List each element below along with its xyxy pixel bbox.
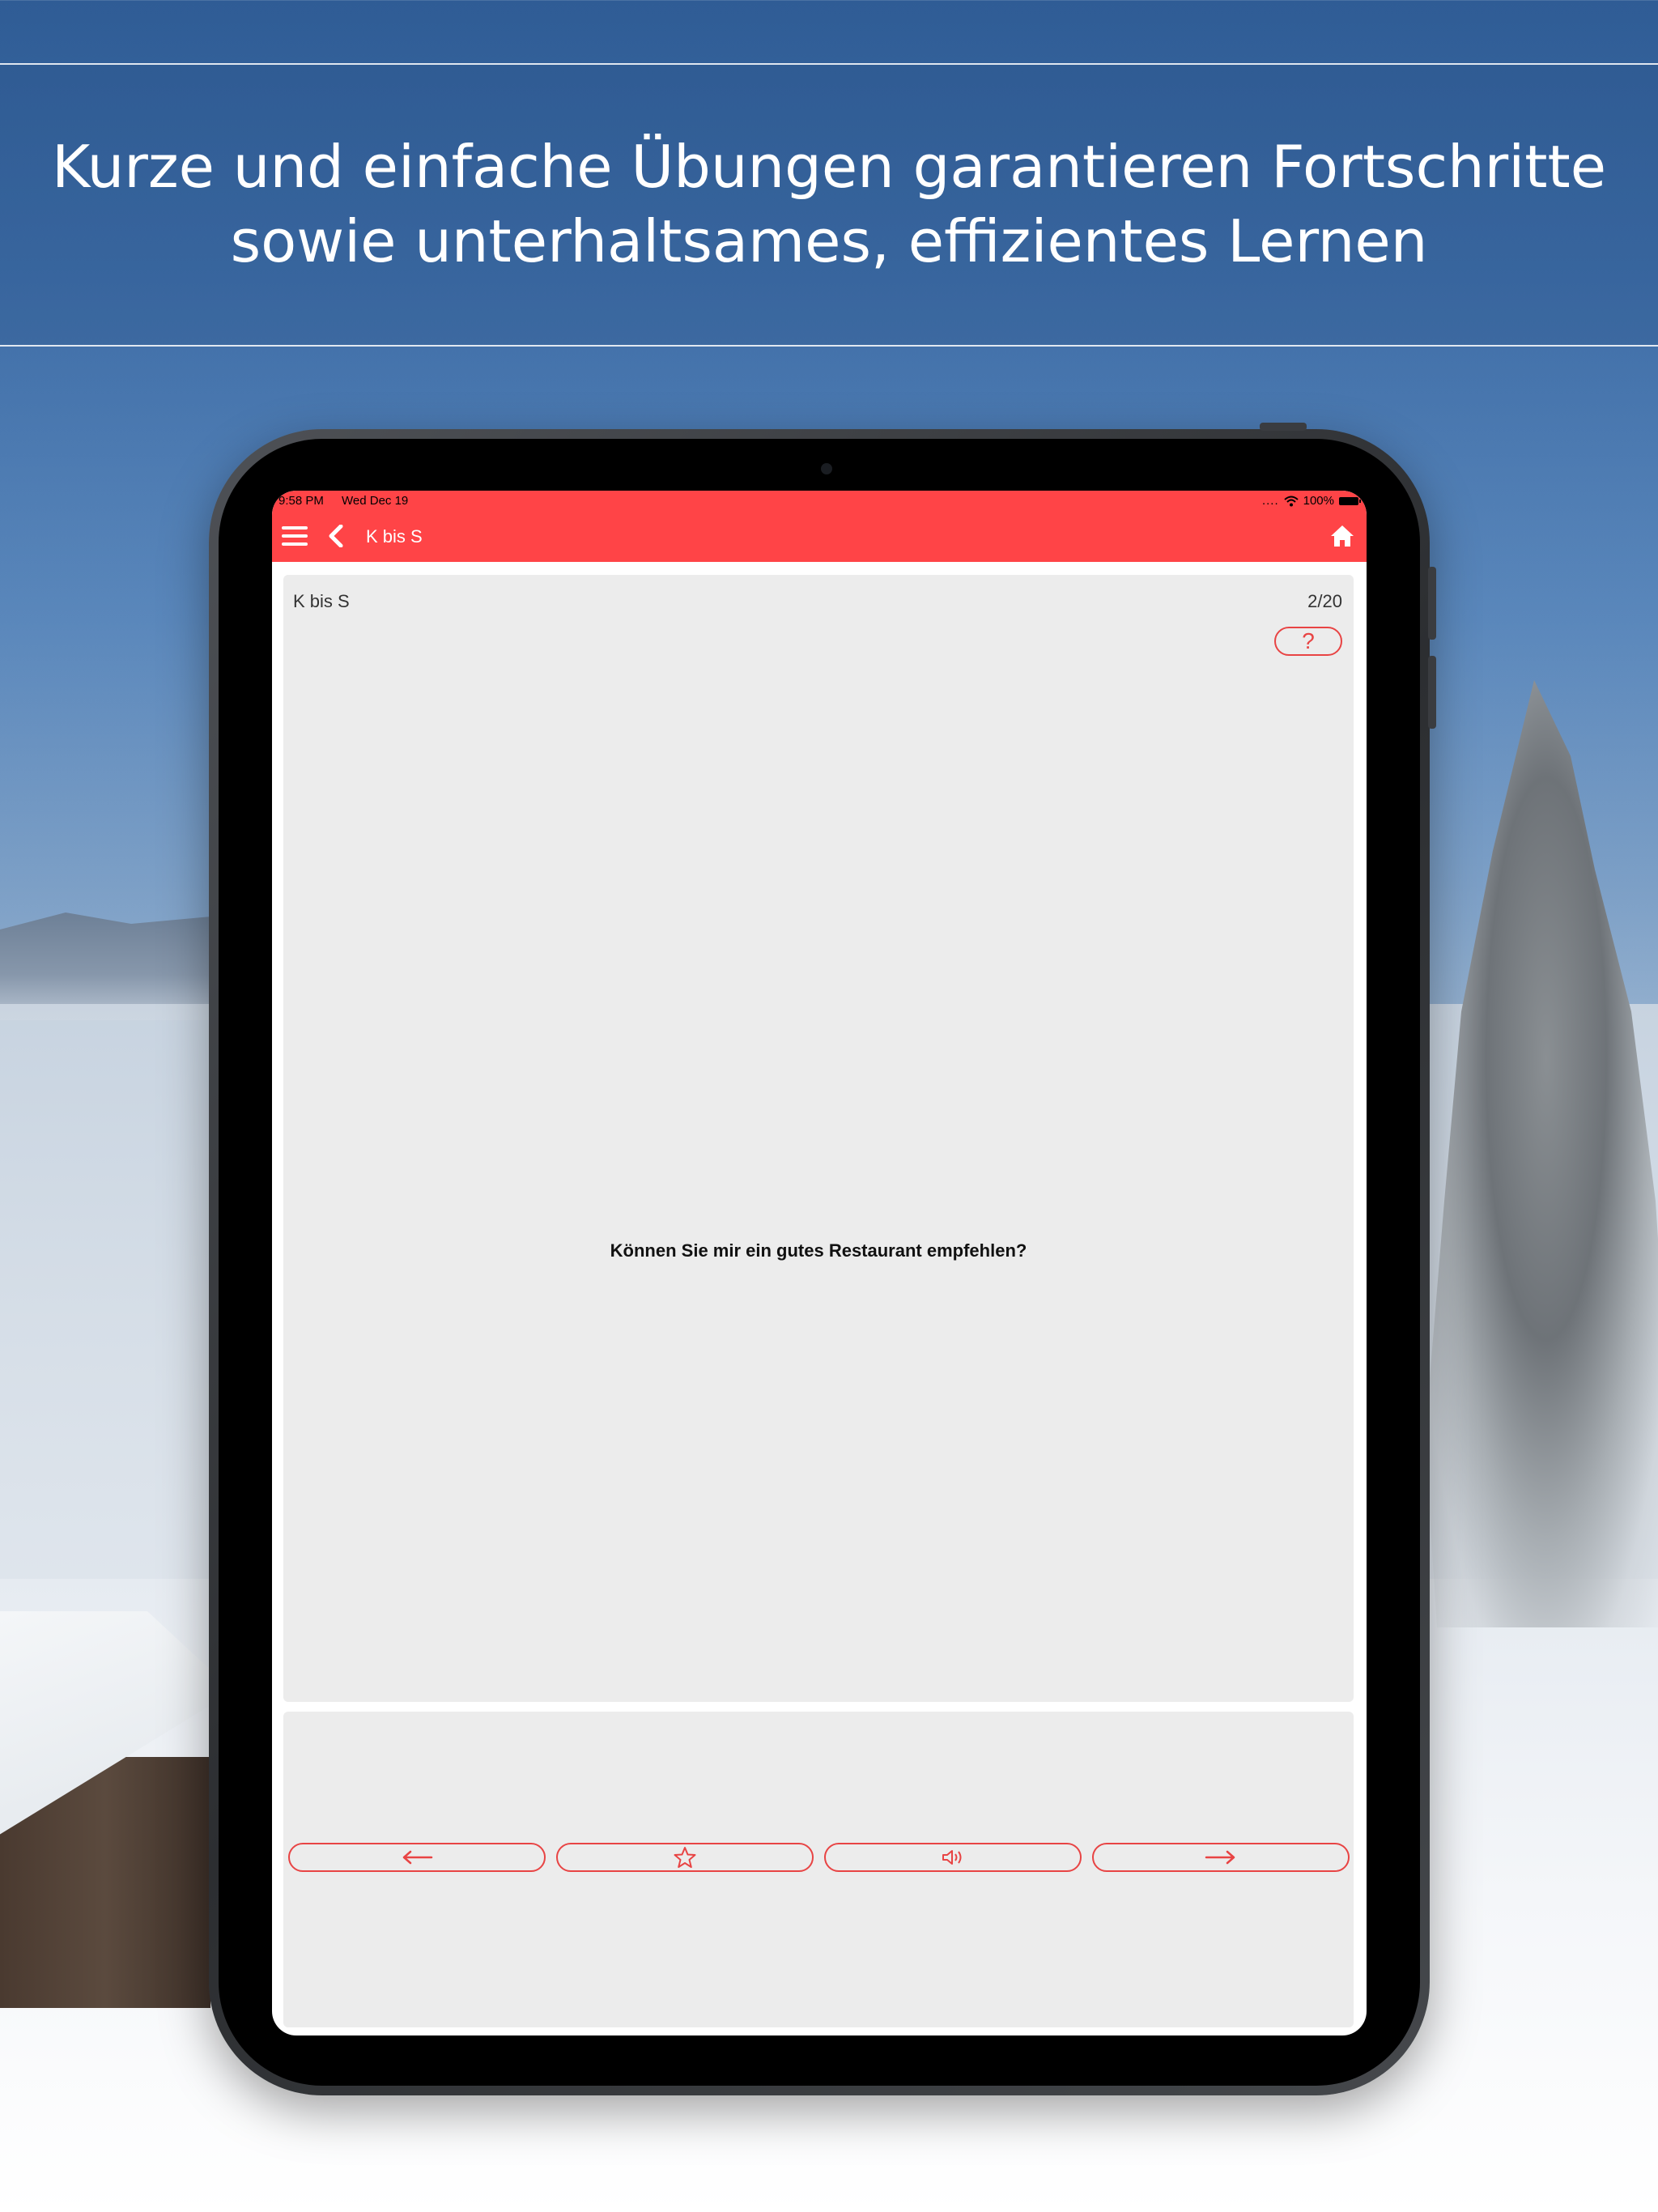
audio-button[interactable] bbox=[824, 1843, 1082, 1872]
arrow-left-icon bbox=[402, 1850, 433, 1865]
help-button[interactable]: ? bbox=[1274, 627, 1342, 656]
signal-dots-icon: .... bbox=[1261, 494, 1279, 508]
speaker-icon bbox=[942, 1850, 962, 1865]
marketing-headline: Kurze und einfache Übungen garantieren F… bbox=[0, 130, 1658, 279]
battery-icon bbox=[1339, 496, 1361, 505]
control-panel bbox=[283, 1712, 1354, 2027]
back-chevron-icon[interactable] bbox=[324, 510, 348, 562]
volume-up-button bbox=[1428, 567, 1436, 640]
background-snowy-tree bbox=[1425, 680, 1658, 1627]
battery-percent: 100% bbox=[1303, 494, 1334, 508]
next-card-button[interactable] bbox=[1092, 1843, 1350, 1872]
status-bar: 9:58 PM Wed Dec 19 .... 100% bbox=[272, 491, 1367, 510]
status-right: .... 100% bbox=[1261, 494, 1361, 508]
headline-line-2: sowie unterhaltsames, effizientes Lernen bbox=[230, 207, 1428, 275]
wifi-icon bbox=[1283, 496, 1299, 506]
app-screen: 9:58 PM Wed Dec 19 .... 100% K bis S K b… bbox=[272, 491, 1367, 2035]
menu-icon[interactable] bbox=[280, 510, 309, 562]
front-camera bbox=[821, 463, 832, 474]
card-progress: 2/20 bbox=[1307, 591, 1342, 611]
home-icon[interactable] bbox=[1328, 510, 1357, 562]
favorite-button[interactable] bbox=[556, 1843, 814, 1872]
volume-down-button bbox=[1428, 656, 1436, 729]
card-question: Können Sie mir ein gutes Restaurant empf… bbox=[610, 1240, 1027, 1261]
status-time: 9:58 PM bbox=[278, 494, 324, 508]
nav-bar: K bis S bbox=[272, 510, 1367, 562]
top-button bbox=[1260, 423, 1307, 431]
nav-title: K bis S bbox=[366, 526, 423, 547]
star-icon bbox=[674, 1847, 696, 1868]
previous-card-button[interactable] bbox=[288, 1843, 546, 1872]
status-date: Wed Dec 19 bbox=[342, 494, 409, 508]
deck-title: K bis S bbox=[293, 591, 350, 611]
arrow-right-icon bbox=[1205, 1850, 1235, 1865]
headline-line-1: Kurze und einfache Übungen garantieren F… bbox=[51, 133, 1607, 201]
flashcard: K bis S 2/20 ? Können Sie mir ein gutes … bbox=[283, 575, 1354, 1702]
background-mountains bbox=[0, 912, 219, 1020]
